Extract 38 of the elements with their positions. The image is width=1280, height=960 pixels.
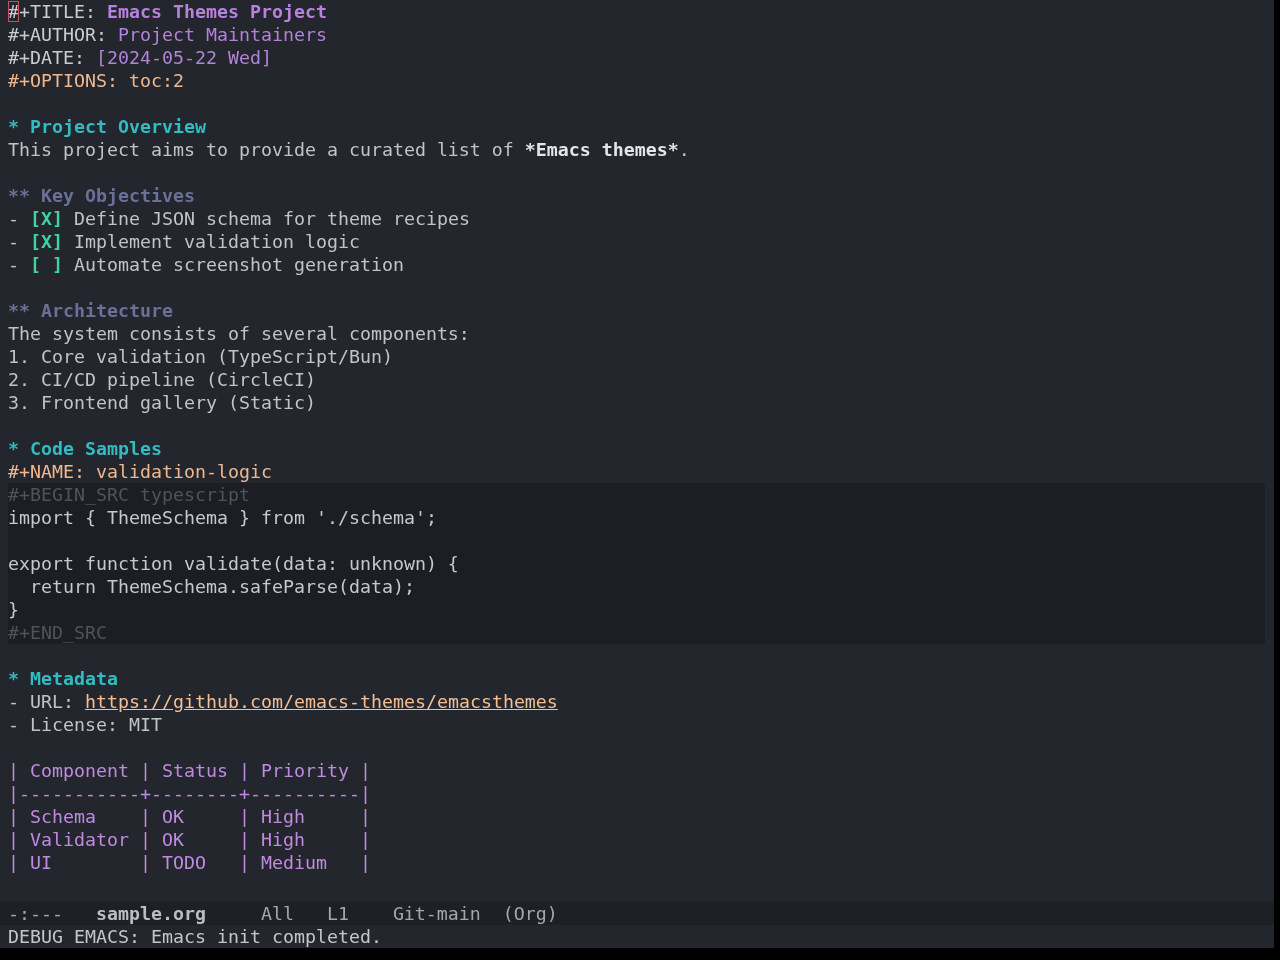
org-keyword-line: #+AUTHOR: Project Maintainers bbox=[8, 23, 327, 46]
paragraph-text: The system consists of several components: bbox=[8, 322, 470, 345]
paragraph-text: This project aims to provide a curated list of *Emacs themes*. bbox=[8, 138, 690, 161]
list-item: - License: MIT bbox=[8, 713, 162, 736]
checklist-item: - [X] Implement validation logic bbox=[8, 230, 360, 253]
code-line: export function validate(data: unknown) { bbox=[8, 552, 459, 575]
list-item: - URL: https://github.com/emacs-themes/emacsthemes bbox=[8, 690, 558, 713]
code-line: import { ThemeSchema } from './schema'; bbox=[8, 506, 437, 529]
org-keyword-line: #+DATE: [2024-05-22 Wed] bbox=[8, 46, 272, 69]
table-row: | UI | TODO | Medium | bbox=[8, 851, 371, 874]
url-link[interactable]: https://github.com/emacs-themes/emacsthemes bbox=[85, 691, 558, 712]
section-heading: * Metadata bbox=[8, 667, 118, 690]
subsection-heading: ** Architecture bbox=[8, 299, 173, 322]
table-row: | Validator | OK | High | bbox=[8, 828, 371, 851]
src-block-delimiter: #+BEGIN_SRC typescript bbox=[8, 483, 250, 506]
table-row: | Schema | OK | High | bbox=[8, 805, 371, 828]
numbered-list-item: 1. Core validation (TypeScript/Bun) bbox=[8, 345, 393, 368]
echo-area-message: DEBUG EMACS: Emacs init completed. bbox=[8, 925, 382, 948]
scroll-position: All bbox=[260, 902, 294, 925]
table-header-row: | Component | Status | Priority | bbox=[8, 759, 371, 782]
code-line: } bbox=[8, 598, 19, 621]
numbered-list-item: 3. Frontend gallery (Static) bbox=[8, 391, 316, 414]
modified-status: -:--- bbox=[8, 902, 63, 925]
src-block-delimiter: #+END_SRC bbox=[8, 621, 107, 644]
line-number: L1 bbox=[326, 902, 349, 925]
code-line: return ThemeSchema.safeParse(data); bbox=[29, 575, 415, 598]
buffer-name: sample.org bbox=[95, 902, 206, 925]
numbered-list-item: 2. CI/CD pipeline (CircleCI) bbox=[8, 368, 316, 391]
section-heading: * Project Overview bbox=[8, 115, 206, 138]
checklist-item: - [ ] Automate screenshot generation bbox=[8, 253, 404, 276]
section-heading: * Code Samples bbox=[8, 437, 162, 460]
major-mode: (Org) bbox=[502, 902, 558, 925]
checklist-item: - [X] Define JSON schema for theme recipes bbox=[8, 207, 470, 230]
table-separator-line: |-----------+--------+----------| bbox=[8, 782, 371, 805]
org-keyword-line: #+OPTIONS: toc:2 bbox=[8, 69, 184, 92]
git-branch: Git-main bbox=[392, 902, 481, 925]
subsection-heading: ** Key Objectives bbox=[8, 184, 195, 207]
org-keyword-line: #+NAME: validation-logic bbox=[8, 460, 272, 483]
